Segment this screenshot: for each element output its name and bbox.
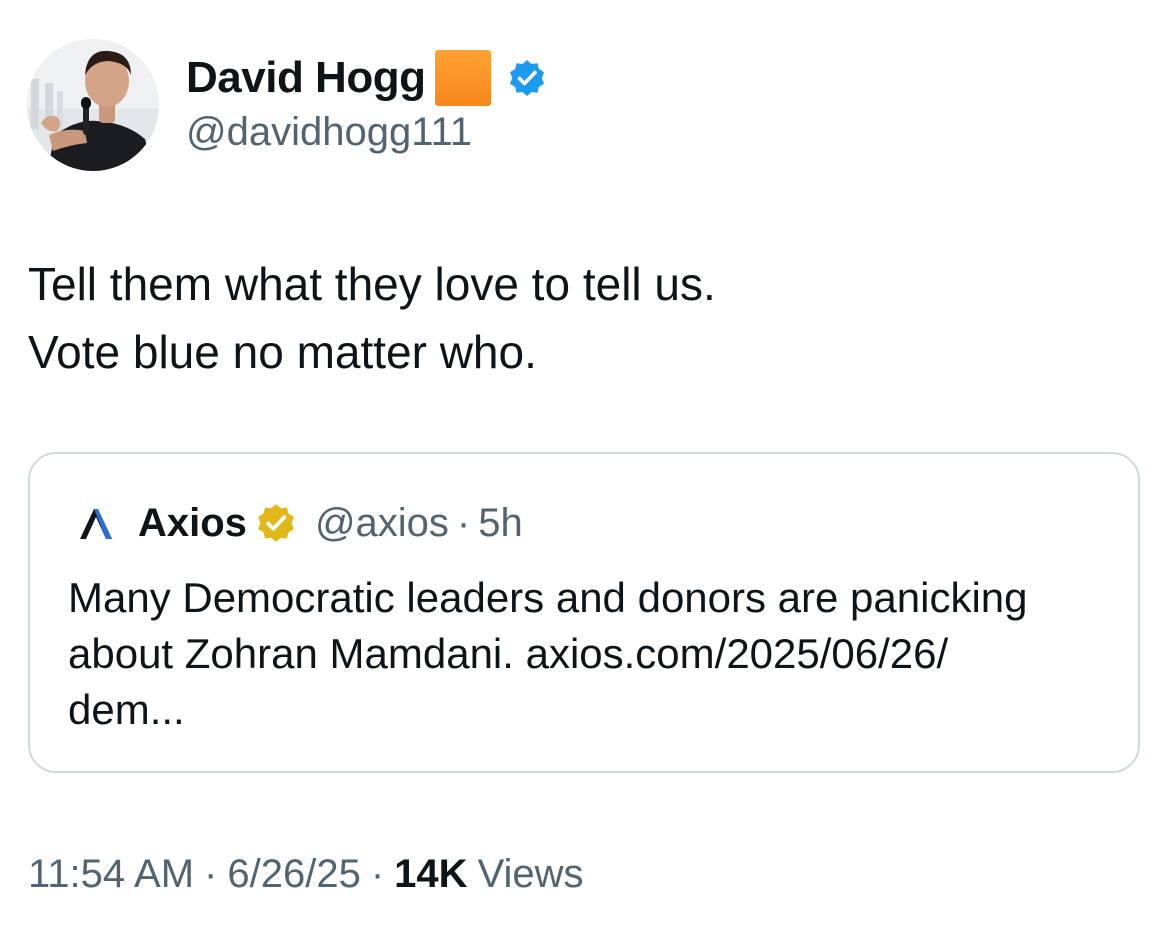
tweet-time[interactable]: 11:54 AM [28, 852, 194, 897]
quoted-tweet-time[interactable]: 5h [478, 501, 523, 546]
tweet: David Hogg 🟧 @davidhogg111 Tell them wha… [0, 0, 1170, 928]
quoted-tweet-header: Axios @axios · 5h [78, 498, 523, 548]
tweet-text-line: Vote blue no matter who. [28, 326, 537, 378]
avatar[interactable] [27, 39, 159, 171]
quoted-text-line: about Zohran Mamdani. axios.com/2025/06/… [68, 630, 949, 677]
separator-dot: · [204, 851, 218, 896]
quoted-tweet-card[interactable]: Axios @axios · 5h Many Democratic leader… [28, 452, 1140, 773]
verified-badge-icon [507, 58, 547, 98]
tweet-meta: 11:54 AM · 6/26/25 · 14K Views [28, 848, 584, 900]
tweet-text: Tell them what they love to tell us. Vot… [28, 250, 1138, 386]
quoted-text-line: Many Democratic leaders and donors are p… [68, 574, 1028, 621]
tweet-date[interactable]: 6/26/25 [227, 852, 360, 897]
quoted-author-name[interactable]: Axios [138, 501, 247, 546]
tweet-text-line: Tell them what they love to tell us. [28, 258, 716, 310]
views-count[interactable]: 14K [394, 852, 467, 897]
author-handle[interactable]: @davidhogg111 [186, 110, 472, 155]
separator-dot: · [370, 851, 385, 896]
quoted-text-line: dem... [68, 686, 185, 733]
avatar-photo [27, 39, 159, 171]
views-label[interactable]: Views [478, 852, 584, 897]
axios-logo-icon [78, 505, 114, 541]
separator-dot: · [456, 500, 471, 545]
author-name-row: David Hogg 🟧 [186, 50, 547, 106]
quoted-tweet-text: Many Democratic leaders and donors are p… [68, 570, 1118, 738]
author-name[interactable]: David Hogg [186, 53, 426, 103]
quoted-author-handle[interactable]: @axios [315, 501, 449, 546]
gold-verified-badge-icon [255, 502, 297, 544]
orange-square-emoji: 🟧 [435, 50, 492, 106]
